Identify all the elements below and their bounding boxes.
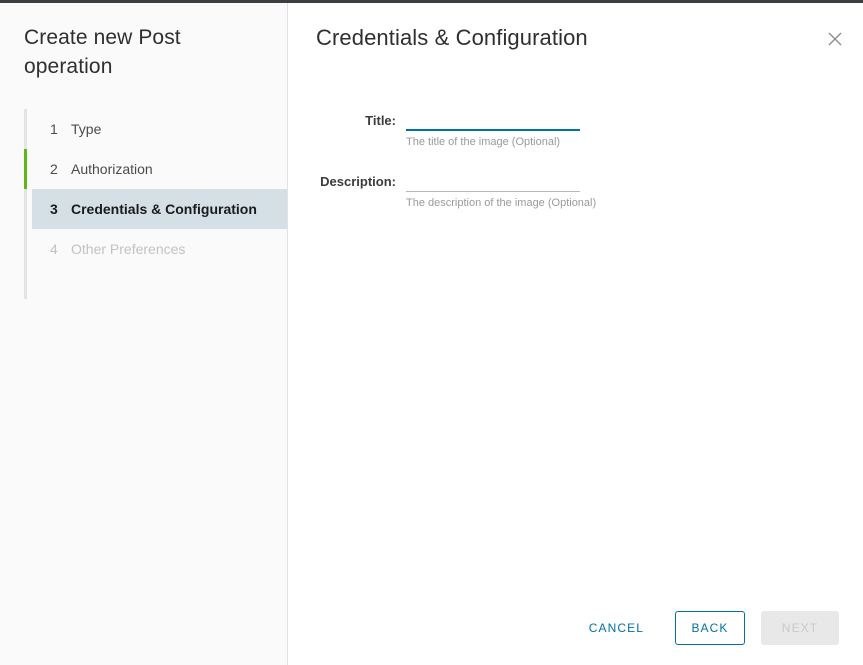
title-help-text: The title of the image (Optional) (406, 136, 561, 148)
wizard-step-type[interactable]: 1 Type (32, 109, 287, 149)
step-number: 3 (50, 201, 58, 217)
page-title: Credentials & Configuration (316, 25, 588, 50)
step-label: Other Preferences (71, 241, 186, 257)
wizard-sidebar: Create new Post operation 1 Type 2 Autho… (0, 3, 288, 665)
step-number: 2 (50, 161, 58, 177)
step-number: 4 (50, 241, 58, 257)
step-number: 1 (50, 121, 58, 137)
wizard-title: Create new Post operation (24, 26, 181, 78)
main-header: Credentials & Configuration (288, 3, 863, 53)
description-input[interactable] (406, 170, 580, 192)
wizard-main-panel: Credentials & Configuration Title: The t… (288, 3, 863, 665)
step-active-marker (24, 149, 27, 189)
step-track-line (24, 109, 27, 299)
form-row-description: Description: The description of the imag… (316, 170, 835, 209)
back-button[interactable]: BACK (675, 611, 745, 645)
description-field-group: The description of the image (Optional) (406, 170, 596, 209)
description-label: Description: (320, 174, 396, 189)
step-label: Authorization (71, 161, 153, 177)
close-button[interactable] (823, 27, 847, 51)
description-help-text: The description of the image (Optional) (406, 197, 597, 209)
wizard-step-credentials-configuration[interactable]: 3 Credentials & Configuration (32, 189, 287, 229)
form-row-title: Title: The title of the image (Optional) (316, 109, 835, 148)
next-button: NEXT (761, 611, 839, 645)
title-input[interactable] (406, 109, 580, 131)
title-field-group: The title of the image (Optional) (406, 109, 580, 148)
wizard-footer: CANCEL BACK NEXT (574, 611, 839, 645)
close-icon (828, 32, 842, 46)
credentials-form: Title: The title of the image (Optional)… (288, 53, 863, 209)
cancel-button[interactable]: CANCEL (574, 611, 659, 645)
wizard-step-list: 1 Type 2 Authorization 3 Credentials & C… (0, 109, 287, 299)
wizard-step-other-preferences: 4 Other Preferences (32, 229, 287, 269)
wizard-dialog: Create new Post operation 1 Type 2 Autho… (0, 0, 863, 665)
title-label: Title: (365, 113, 396, 128)
step-label: Credentials & Configuration (71, 201, 257, 217)
wizard-step-authorization[interactable]: 2 Authorization (24, 149, 287, 189)
step-label: Type (71, 121, 102, 137)
